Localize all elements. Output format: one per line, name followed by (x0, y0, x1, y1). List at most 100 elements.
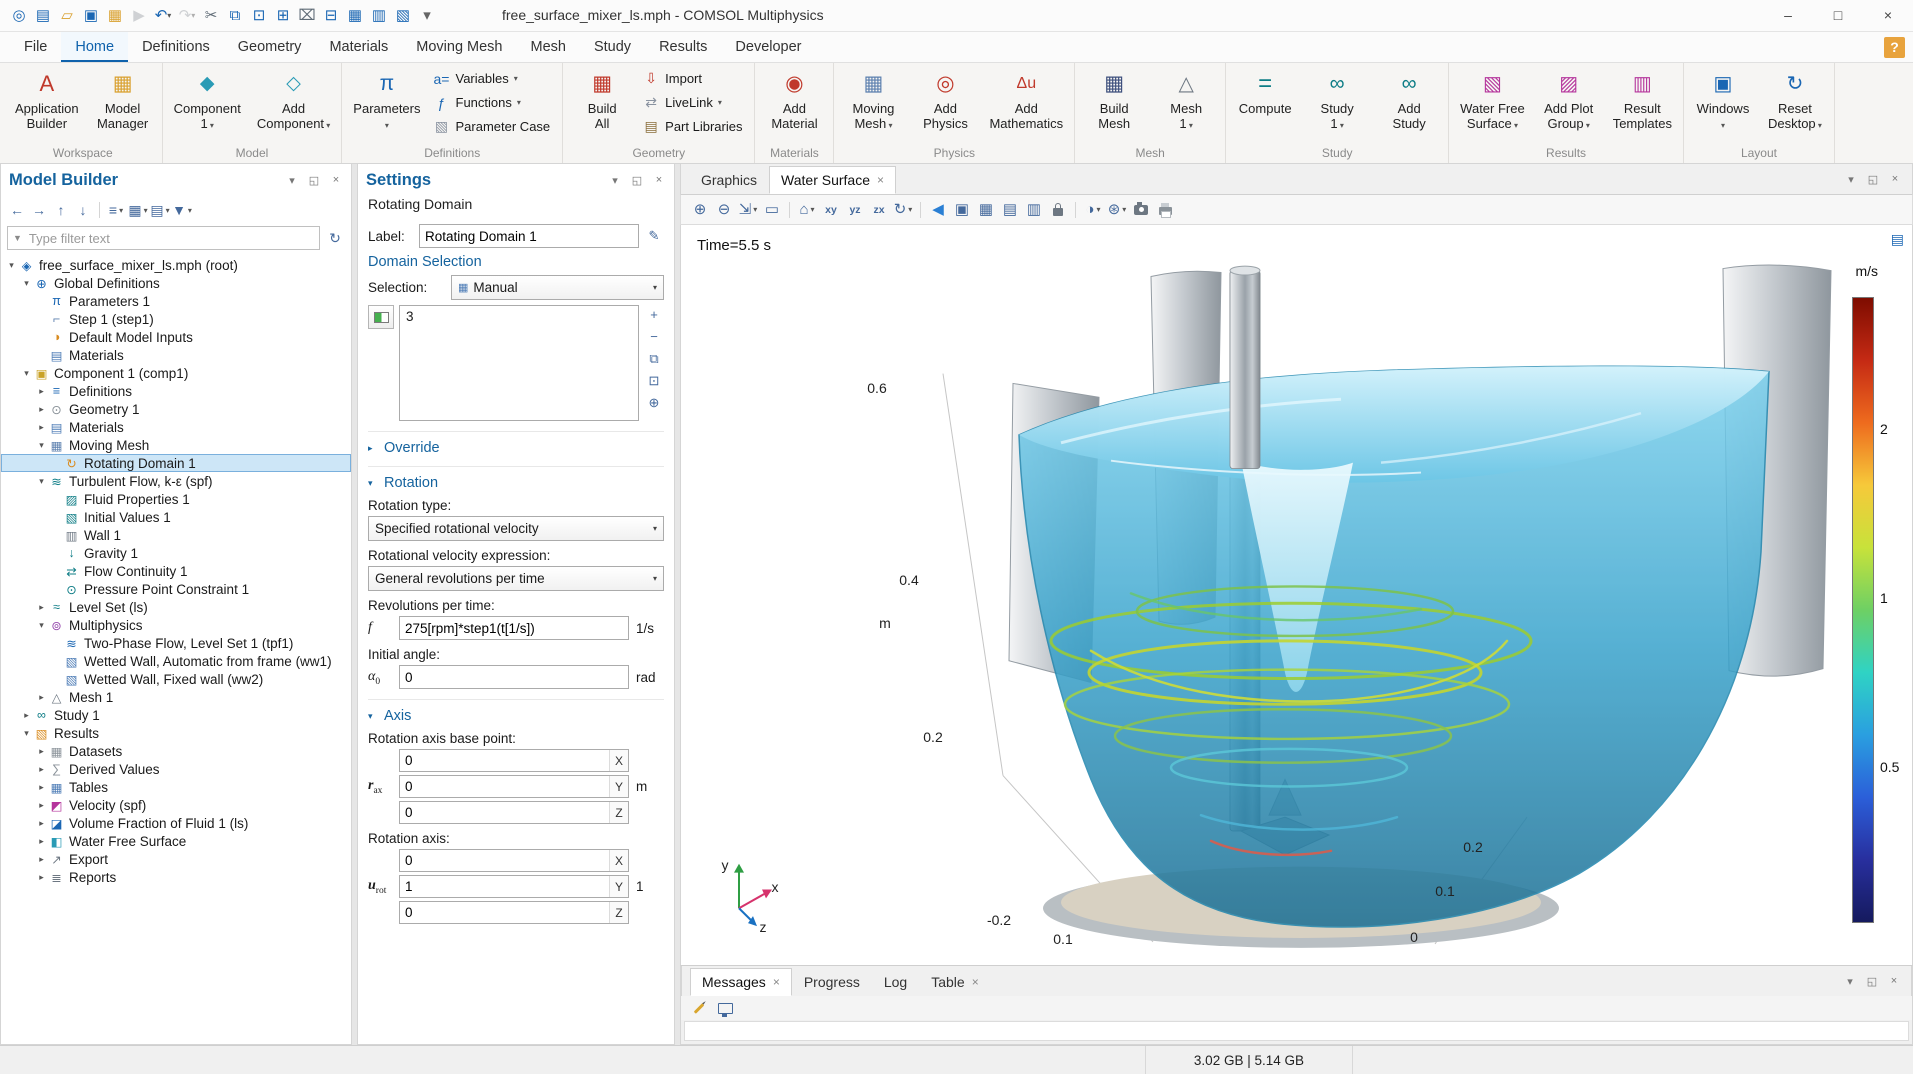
close-panel-icon[interactable]: × (1887, 975, 1901, 988)
show-options-icon[interactable]: ≡▾ (106, 199, 126, 221)
tree-node-volume-fraction-of-fluid-1-ls[interactable]: ▸◪Volume Fraction of Fluid 1 (ls) (1, 814, 351, 832)
selection-item[interactable]: 3 (406, 309, 632, 324)
lock-view-icon[interactable] (1047, 198, 1069, 221)
expand-arrow-icon[interactable]: ▸ (35, 764, 48, 775)
move-up-icon[interactable]: ↑ (51, 199, 71, 221)
base-point-x-input[interactable] (400, 750, 609, 771)
node-group-icon[interactable]: ▦▾ (128, 199, 148, 221)
minimize-button[interactable]: – (1763, 0, 1813, 31)
zoom-to-selection-icon[interactable]: ⊕ (644, 393, 664, 411)
tree-node-turbulent-flow-k-spf[interactable]: ▾≋Turbulent Flow, k-ε (spf) (1, 472, 351, 490)
mesh-1-button[interactable]: △Mesh1 ▾ (1151, 65, 1221, 147)
expand-arrow-icon[interactable]: ▸ (35, 854, 48, 865)
override-section-heading[interactable]: ▸ Override (368, 431, 664, 456)
view-zx-plane-icon[interactable]: zx (868, 198, 890, 221)
collapse-arrow-icon[interactable]: ▾ (20, 278, 33, 289)
expand-arrow-icon[interactable]: ▸ (35, 836, 48, 847)
color-theme-icon[interactable]: ◑▾ (1082, 198, 1104, 221)
expand-arrow-icon[interactable]: ▸ (35, 800, 48, 811)
rotation-section-heading[interactable]: ▾ Rotation (368, 466, 664, 491)
rotation-axis-y-input[interactable] (400, 876, 609, 897)
plot-icon[interactable]: ▧ (392, 3, 414, 27)
base-point-y-input[interactable] (400, 776, 609, 797)
label-edit-button[interactable]: ✎ (644, 227, 664, 245)
expand-arrow-icon[interactable]: ▸ (35, 404, 48, 415)
add-mathematics-button[interactable]: ΔuAddMathematics (982, 65, 1070, 147)
tree-node-mesh-1[interactable]: ▸△Mesh 1 (1, 688, 351, 706)
table-window-icon[interactable]: ▦ (975, 198, 997, 221)
label-input[interactable] (419, 224, 639, 248)
run-icon[interactable]: ▶ (128, 3, 150, 27)
collapse-arrow-icon[interactable]: ▾ (20, 728, 33, 739)
table-icon[interactable]: ▦ (344, 3, 366, 27)
tree-node-results[interactable]: ▾▧Results (1, 724, 351, 742)
tree-node-component-1-comp1[interactable]: ▾▣Component 1 (comp1) (1, 364, 351, 382)
zoom-in-icon[interactable]: ⊕ (689, 198, 711, 221)
expand-arrow-icon[interactable]: ▸ (35, 818, 48, 829)
graphics-canvas[interactable]: Time=5.5 s m/s 210.5 ▤ 0.60.40.2m-0.20.1… (680, 225, 1913, 965)
tree-node-water-free-surface[interactable]: ▸◧Water Free Surface (1, 832, 351, 850)
tree-node-velocity-spf[interactable]: ▸◩Velocity (spf) (1, 796, 351, 814)
information-tab-progress[interactable]: Progress (792, 968, 872, 996)
zoom-box-icon[interactable]: ▭ (761, 198, 783, 221)
tree-node-pressure-point-constraint-1[interactable]: ⊙Pressure Point Constraint 1 (1, 580, 351, 598)
new-file-icon[interactable]: ▤ (32, 3, 54, 27)
tree-node-moving-mesh[interactable]: ▾▦Moving Mesh (1, 436, 351, 454)
menu-tab-definitions[interactable]: Definitions (128, 32, 224, 62)
compute-button[interactable]: =Compute (1230, 65, 1300, 147)
expand-arrow-icon[interactable]: ▸ (35, 746, 48, 757)
snapshot-icon[interactable] (1130, 198, 1152, 221)
tree-node-gravity-1[interactable]: ↓Gravity 1 (1, 544, 351, 562)
refresh-tree-icon[interactable]: ↻ (325, 227, 345, 249)
tree-node-definitions[interactable]: ▸≡Definitions (1, 382, 351, 400)
selection-list[interactable]: 3 (399, 305, 639, 421)
menu-tab-developer[interactable]: Developer (721, 32, 815, 62)
close-tab-icon[interactable]: × (877, 173, 884, 187)
menu-tab-materials[interactable]: Materials (315, 32, 402, 62)
rotation-axis-x-input[interactable] (400, 850, 609, 871)
open-in-window-icon[interactable] (715, 997, 735, 1019)
evaluate-icon[interactable]: ▥ (368, 3, 390, 27)
build-all-button[interactable]: ▦BuildAll (567, 65, 637, 147)
rotation-axis-z-input[interactable] (400, 902, 609, 923)
expand-arrow-icon[interactable]: ▸ (35, 872, 48, 883)
tree-filter-input[interactable] (27, 230, 314, 247)
customize-toolbar-icon[interactable]: ▾ (416, 3, 438, 27)
plot-window-icon[interactable]: ▤ (999, 198, 1021, 221)
tree-node-multiphysics[interactable]: ▾⊚Multiphysics (1, 616, 351, 634)
moving-mesh-button[interactable]: ▦MovingMesh ▾ (838, 65, 908, 147)
model-manager-icon[interactable]: ▦ (104, 3, 126, 27)
livelink-button[interactable]: ⇄LiveLink▾ (639, 92, 750, 114)
collapse-arrow-icon[interactable]: ▾ (5, 260, 18, 271)
collapse-arrow-icon[interactable]: ▾ (35, 476, 48, 487)
reset-desktop-button[interactable]: ↻ResetDesktop ▾ (1760, 65, 1830, 147)
information-tab-messages[interactable]: Messages× (690, 968, 792, 996)
base-point-z-input[interactable] (400, 802, 609, 823)
panel-menu-icon[interactable]: ▾ (1844, 173, 1858, 186)
axis-section-heading[interactable]: ▾ Axis (368, 699, 664, 724)
float-panel-icon[interactable]: ◱ (630, 174, 644, 187)
node-order-icon[interactable]: ▤▾ (150, 199, 170, 221)
tree-node-derived-values[interactable]: ▸∑Derived Values (1, 760, 351, 778)
menu-tab-results[interactable]: Results (645, 32, 721, 62)
menu-tab-mesh[interactable]: Mesh (517, 32, 580, 62)
move-down-icon[interactable]: ↓ (73, 199, 93, 221)
delete-icon[interactable]: ⌧ (296, 3, 318, 27)
close-panel-icon[interactable]: × (329, 174, 343, 187)
expand-arrow-icon[interactable]: ▸ (35, 782, 48, 793)
close-button[interactable]: × (1863, 0, 1913, 31)
tree-node-geometry-1[interactable]: ▸⊙Geometry 1 (1, 400, 351, 418)
maximize-button[interactable]: □ (1813, 0, 1863, 31)
parameter-case-button[interactable]: ▧Parameter Case (430, 116, 559, 138)
add-to-selection-icon[interactable]: + (644, 305, 664, 323)
float-panel-icon[interactable]: ◱ (307, 174, 321, 187)
tree-node-initial-values-1[interactable]: ▧Initial Values 1 (1, 508, 351, 526)
tree-node-fluid-properties-1[interactable]: ▨Fluid Properties 1 (1, 490, 351, 508)
paste-icon[interactable]: ⊡ (248, 3, 270, 27)
expand-arrow-icon[interactable]: ▸ (35, 386, 48, 397)
information-tab-table[interactable]: Table× (919, 968, 990, 996)
tree-node-parameters-1[interactable]: πParameters 1 (1, 292, 351, 310)
information-tab-log[interactable]: Log (872, 968, 919, 996)
water-free-surface-button[interactable]: ▧Water FreeSurface ▾ (1453, 65, 1532, 147)
parameters-button[interactable]: πParameters▾ (346, 65, 427, 147)
